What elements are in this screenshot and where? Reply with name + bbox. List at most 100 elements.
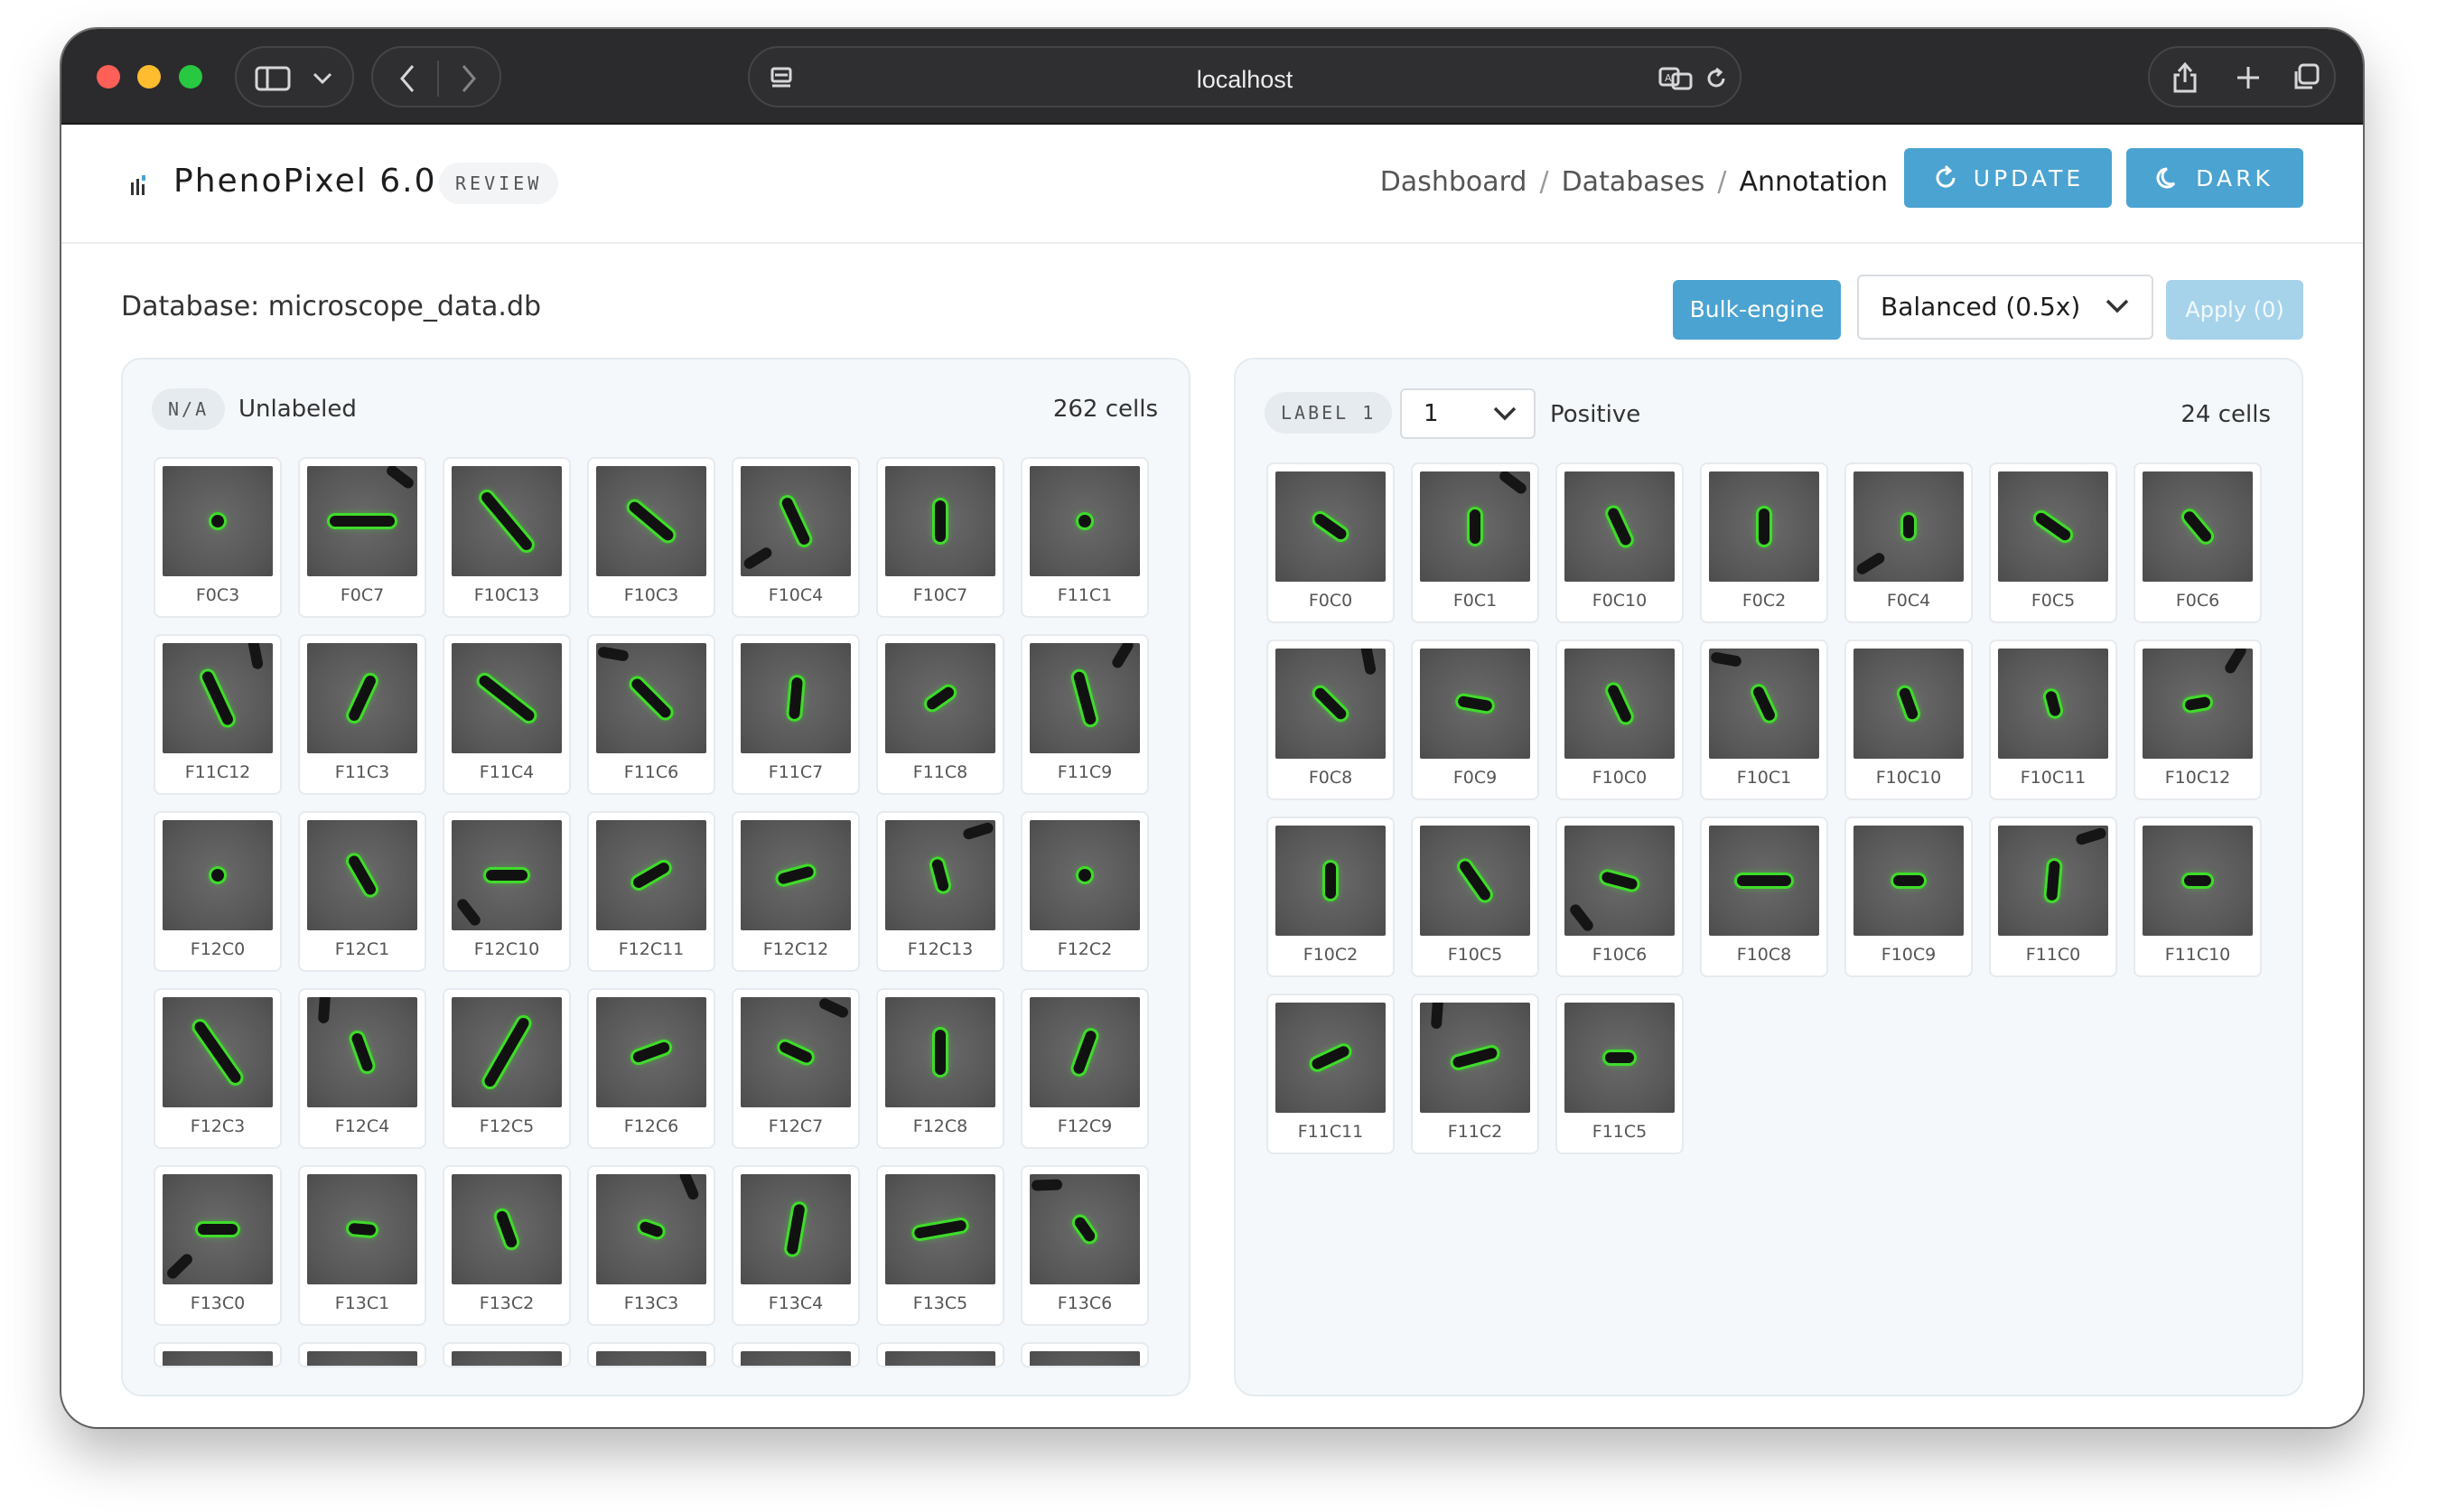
cell-tile[interactable] xyxy=(298,1342,426,1367)
cell-thumbnail xyxy=(307,643,417,753)
segmented-cell xyxy=(347,673,378,723)
cell-tile[interactable]: F11C5 xyxy=(1555,994,1684,1154)
reload-icon[interactable] xyxy=(1704,66,1729,91)
cell-tile[interactable]: F10C8 xyxy=(1700,817,1828,977)
cell-tile[interactable]: F11C2 xyxy=(1411,994,1539,1154)
background-cell xyxy=(1110,643,1135,670)
cell-tile[interactable]: F10C6 xyxy=(1555,817,1684,977)
cell-tile[interactable]: F11C6 xyxy=(587,634,715,795)
cell-tile[interactable]: F10C9 xyxy=(1844,817,1973,977)
cell-tile[interactable]: F13C2 xyxy=(443,1165,571,1326)
cell-thumbnail xyxy=(1564,826,1675,936)
share-icon[interactable] xyxy=(2171,61,2199,95)
balance-mode-select[interactable]: Balanced (0.5x) xyxy=(1857,275,2153,340)
bulk-engine-button[interactable]: Bulk-engine xyxy=(1673,280,1841,340)
cell-tile[interactable]: F11C11 xyxy=(1266,994,1395,1154)
cell-tile[interactable]: F11C3 xyxy=(298,634,426,795)
cell-tile[interactable] xyxy=(154,1342,282,1367)
translate-icon[interactable]: A xyxy=(1658,66,1695,91)
cell-tile[interactable]: F10C13 xyxy=(443,457,571,618)
cell-tile[interactable]: F12C6 xyxy=(587,988,715,1149)
cell-tile[interactable]: F0C10 xyxy=(1555,462,1684,623)
cell-tile[interactable] xyxy=(1021,1342,1149,1367)
cell-tile[interactable]: F11C0 xyxy=(1989,817,2117,977)
background-cell xyxy=(247,643,265,670)
cell-tile[interactable]: F12C12 xyxy=(732,811,860,972)
cell-tile[interactable]: F12C0 xyxy=(154,811,282,972)
cell-tile[interactable]: F0C5 xyxy=(1989,462,2117,623)
cell-tile[interactable]: F10C11 xyxy=(1989,639,2117,800)
tab-overview-icon[interactable] xyxy=(2291,62,2321,93)
cell-tile[interactable]: F10C12 xyxy=(2134,639,2262,800)
cell-tile[interactable]: F13C0 xyxy=(154,1165,282,1326)
apply-button[interactable]: Apply (0) xyxy=(2166,280,2303,340)
breadcrumb-databases[interactable]: Databases xyxy=(1562,166,1705,198)
cell-tile[interactable]: F0C7 xyxy=(298,457,426,618)
cell-tile[interactable]: F0C9 xyxy=(1411,639,1539,800)
cell-tile[interactable] xyxy=(876,1342,1004,1367)
cell-tile[interactable]: F11C8 xyxy=(876,634,1004,795)
cell-tile[interactable]: F10C1 xyxy=(1700,639,1828,800)
cell-tile[interactable]: F0C0 xyxy=(1266,462,1395,623)
back-icon[interactable] xyxy=(398,64,416,93)
cell-thumbnail xyxy=(1998,826,2108,936)
cell-tile[interactable]: F13C1 xyxy=(298,1165,426,1326)
cell-tile[interactable]: F10C0 xyxy=(1555,639,1684,800)
cell-tile[interactable]: F12C4 xyxy=(298,988,426,1149)
cell-tile[interactable]: F12C13 xyxy=(876,811,1004,972)
cell-tile[interactable]: F12C5 xyxy=(443,988,571,1149)
cell-tile[interactable]: F11C9 xyxy=(1021,634,1149,795)
close-window-button[interactable] xyxy=(97,65,120,89)
cell-tile[interactable]: F13C3 xyxy=(587,1165,715,1326)
zoom-window-button[interactable] xyxy=(179,65,202,89)
cell-tile[interactable]: F13C4 xyxy=(732,1165,860,1326)
dark-mode-button[interactable]: DARK xyxy=(2126,148,2303,208)
cell-tile[interactable]: F11C12 xyxy=(154,634,282,795)
cell-thumbnail xyxy=(1998,649,2108,759)
cell-tile[interactable]: F0C4 xyxy=(1844,462,1973,623)
new-tab-icon[interactable] xyxy=(2235,64,2262,91)
address-text[interactable]: localhost xyxy=(750,66,1740,94)
cell-tile[interactable]: F10C2 xyxy=(1266,817,1395,977)
cell-id-label: F13C6 xyxy=(1057,1293,1113,1313)
cell-tile[interactable]: F12C9 xyxy=(1021,988,1149,1149)
cell-tile[interactable]: F0C2 xyxy=(1700,462,1828,623)
cell-tile[interactable]: F0C8 xyxy=(1266,639,1395,800)
sidebar-toggle-group[interactable] xyxy=(235,46,354,107)
cell-tile[interactable]: F10C10 xyxy=(1844,639,1973,800)
cell-tile[interactable]: F12C3 xyxy=(154,988,282,1149)
update-button[interactable]: UPDATE xyxy=(1904,148,2112,208)
cell-tile[interactable]: F11C1 xyxy=(1021,457,1149,618)
cell-tile[interactable]: F10C7 xyxy=(876,457,1004,618)
label-select[interactable]: 1 xyxy=(1400,388,1536,439)
cell-tile[interactable]: F10C4 xyxy=(732,457,860,618)
address-bar[interactable]: localhost A xyxy=(748,46,1741,107)
cell-tile[interactable]: F0C3 xyxy=(154,457,282,618)
cell-tile[interactable] xyxy=(587,1342,715,1367)
window-actions-group xyxy=(2148,46,2336,107)
cell-tile[interactable]: F12C7 xyxy=(732,988,860,1149)
cell-tile[interactable]: F0C1 xyxy=(1411,462,1539,623)
cell-tile[interactable]: F11C7 xyxy=(732,634,860,795)
cell-thumbnail xyxy=(307,1351,417,1366)
cell-tile[interactable]: F12C11 xyxy=(587,811,715,972)
segmented-cell xyxy=(1310,1044,1351,1071)
cell-tile[interactable]: F12C2 xyxy=(1021,811,1149,972)
cell-tile[interactable] xyxy=(443,1342,571,1367)
cell-tile[interactable] xyxy=(732,1342,860,1367)
cell-tile[interactable]: F13C5 xyxy=(876,1165,1004,1326)
minimize-window-button[interactable] xyxy=(137,65,161,89)
forward-icon[interactable] xyxy=(460,64,478,93)
breadcrumb-dashboard[interactable]: Dashboard xyxy=(1380,166,1527,198)
cell-tile[interactable]: F12C1 xyxy=(298,811,426,972)
sidebar-icon[interactable] xyxy=(255,66,291,91)
cell-tile[interactable]: F12C10 xyxy=(443,811,571,972)
cell-tile[interactable]: F0C6 xyxy=(2134,462,2262,623)
cell-tile[interactable]: F11C4 xyxy=(443,634,571,795)
cell-tile[interactable]: F10C3 xyxy=(587,457,715,618)
cell-tile[interactable]: F12C8 xyxy=(876,988,1004,1149)
cell-tile[interactable]: F10C5 xyxy=(1411,817,1539,977)
cell-tile[interactable]: F11C10 xyxy=(2134,817,2262,977)
cell-tile[interactable]: F13C6 xyxy=(1021,1165,1149,1326)
chevron-down-icon[interactable] xyxy=(313,72,332,85)
